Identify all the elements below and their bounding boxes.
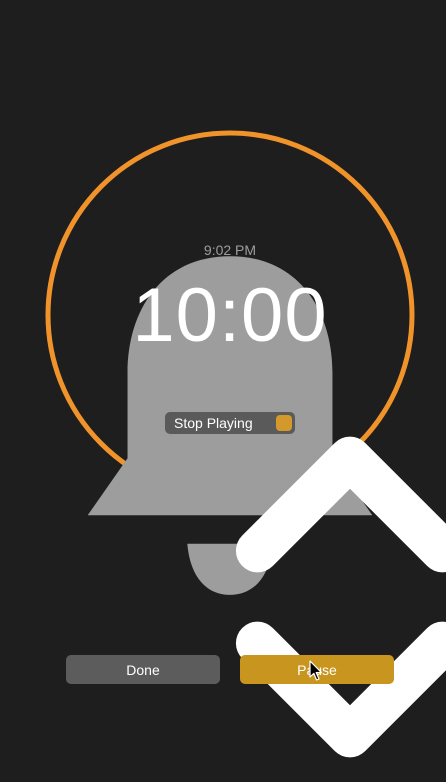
alarm-time-row: 9:02 PM — [45, 242, 415, 595]
done-button[interactable]: Done — [66, 655, 220, 684]
when-timer-ends-popup[interactable]: Stop Playing — [165, 412, 446, 758]
timer-dial: 9:02 PM 10:00 When timer ends: Stop Play… — [45, 130, 446, 758]
remaining-time: 10:00 — [132, 273, 328, 358]
chevron-up-down-icon — [235, 415, 446, 758]
when-timer-ends-label: When timer ends: — [175, 388, 285, 404]
cursor-icon — [309, 660, 322, 681]
